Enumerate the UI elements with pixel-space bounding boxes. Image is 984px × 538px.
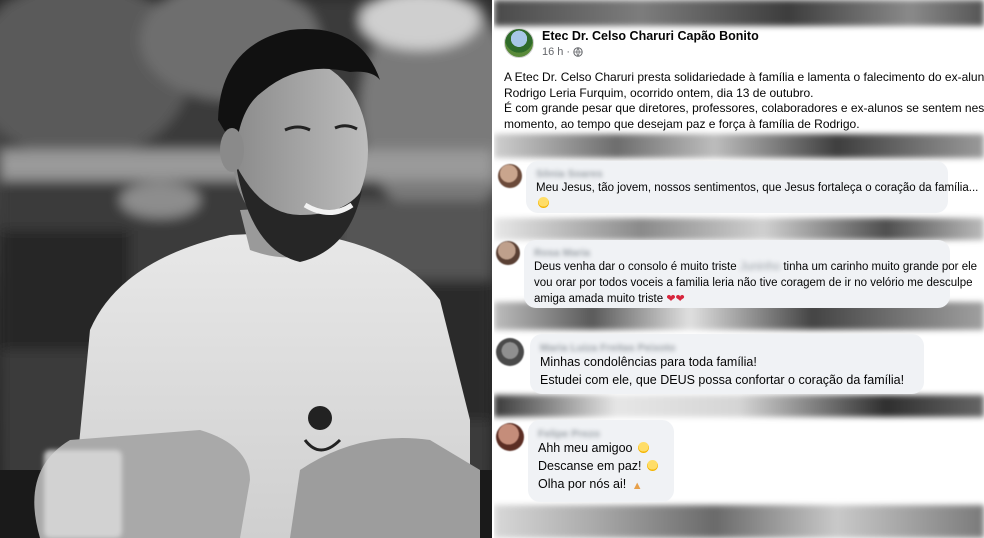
sad-face-icon — [538, 197, 549, 208]
broken-heart-icon: ❤❤ — [666, 293, 685, 305]
post-text-line: momento, ao tempo que desejam paz e forç… — [504, 116, 860, 131]
commenter-avatar[interactable] — [498, 164, 522, 188]
commenter-avatar[interactable] — [496, 423, 524, 451]
commenter-avatar[interactable] — [496, 338, 524, 366]
page-name[interactable]: Etec Dr. Celso Charuri Capão Bonito — [542, 29, 759, 43]
commenter-name[interactable]: Felipe Prezo — [538, 425, 664, 440]
comment-text: Minhas condolências para toda família! — [540, 355, 757, 369]
praying-hands-icon: ▲ — [631, 480, 643, 492]
blurred-strip — [494, 218, 984, 240]
crying-face-icon — [638, 442, 649, 453]
comment-text: Deus venha dar o consolo é muito triste — [534, 261, 737, 273]
facebook-post-screenshot: Etec Dr. Celso Charuri Capão Bonito 16 h… — [494, 0, 984, 538]
comment-text: Meu Jesus, tão jovem, nossos sentimentos… — [536, 182, 979, 194]
post-meta: 16 h · — [542, 46, 583, 58]
blurred-strip — [494, 395, 984, 417]
post-header: Etec Dr. Celso Charuri Capão Bonito 16 h… — [504, 28, 982, 68]
post-text-line: É com grande pesar que diretores, profes… — [504, 101, 984, 115]
comment-bubble: Felipe Prezo Ahh meu amigoo Descanse em … — [528, 420, 674, 502]
comment-text: vou orar por todos voceis a familia leri… — [534, 277, 973, 289]
commenter-name[interactable]: Maria Luiza Freitas Peixoto — [540, 339, 914, 354]
redacted-name: Juninho — [739, 261, 781, 273]
comment-text: Estudei com ele, que DEUS possa conforta… — [540, 373, 905, 387]
page-avatar[interactable] — [504, 28, 534, 58]
commenter-name[interactable]: Rosa Maria — [534, 245, 940, 259]
blurred-strip — [494, 505, 984, 538]
comment-text: Olha por nós ai! — [538, 477, 627, 491]
globe-icon — [573, 47, 583, 57]
blurred-strip — [494, 134, 984, 158]
portrait-photo — [0, 0, 492, 538]
commenter-avatar[interactable] — [496, 241, 520, 265]
portrait-illustration — [0, 0, 492, 538]
post-text-line: A Etec Dr. Celso Charuri presta solidari… — [504, 70, 984, 84]
comment-text: Ahh meu amigoo — [538, 441, 633, 455]
meta-separator: · — [566, 46, 571, 58]
comment-text: amiga amada muito triste — [534, 293, 664, 305]
sad-face-icon — [647, 460, 659, 471]
comment-text: Descanse em paz! — [538, 459, 642, 473]
post-text: A Etec Dr. Celso Charuri presta solidari… — [504, 70, 984, 132]
post-text-line: Rodrigo Leria Furquim, ocorrido ontem, d… — [504, 85, 814, 100]
post-time[interactable]: 16 h — [542, 46, 563, 58]
blurred-strip — [494, 0, 984, 26]
comment-bubble: Rosa Maria Deus venha dar o consolo é mu… — [524, 240, 977, 308]
comment-bubble: Maria Luiza Freitas Peixoto Minhas condo… — [530, 334, 924, 394]
comment-text: tinha um carinho muito grande por ele — [783, 261, 978, 273]
comment-bubble: Sônia Soares Meu Jesus, tão jovem, nosso… — [526, 161, 979, 213]
commenter-name[interactable]: Sônia Soares — [536, 166, 938, 180]
